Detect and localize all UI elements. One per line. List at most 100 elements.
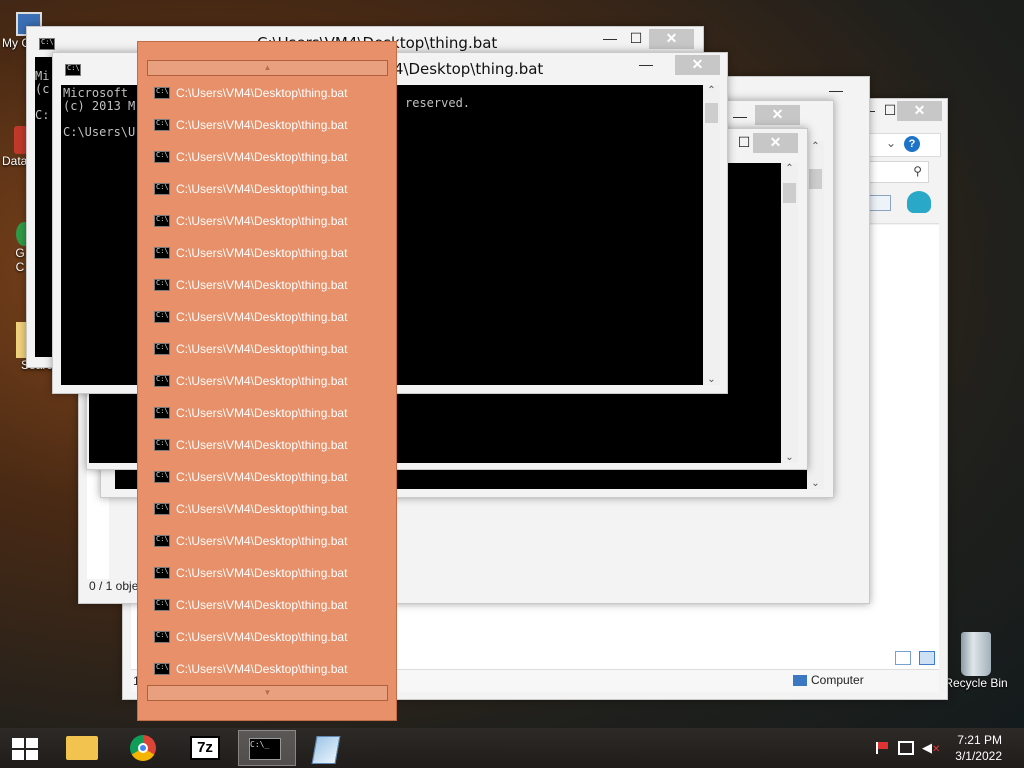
- jump-list-item[interactable]: C:\Users\VM4\Desktop\thing.bat: [154, 626, 347, 648]
- command-prompt-icon: [154, 567, 170, 579]
- jump-list-item[interactable]: C:\Users\VM4\Desktop\thing.bat: [154, 242, 347, 264]
- system-clock[interactable]: 7:21 PM 3/1/2022: [955, 732, 1002, 764]
- location-indicator: Computer: [793, 673, 864, 687]
- clock-date: 3/1/2022: [955, 749, 1002, 763]
- notepad-icon: [311, 736, 341, 764]
- jump-list-item[interactable]: C:\Users\VM4\Desktop\thing.bat: [154, 402, 347, 424]
- scroll-up-arrow[interactable]: ⌃: [781, 163, 798, 174]
- jump-list-item-label: C:\Users\VM4\Desktop\thing.bat: [176, 438, 348, 452]
- jump-list-item-label: C:\Users\VM4\Desktop\thing.bat: [176, 470, 348, 484]
- command-prompt-icon: [154, 471, 170, 483]
- jump-list-item[interactable]: C:\Users\VM4\Desktop\thing.bat: [154, 114, 347, 136]
- command-prompt-icon: [154, 183, 170, 195]
- search-icon: ⚲: [913, 164, 922, 178]
- vertical-scrollbar[interactable]: ⌃ ⌄: [807, 141, 824, 489]
- command-prompt-icon: [154, 247, 170, 259]
- view-details-icon[interactable]: [895, 651, 911, 665]
- command-prompt-icon: [154, 87, 170, 99]
- jump-list-item-label: C:\Users\VM4\Desktop\thing.bat: [176, 150, 348, 164]
- minimize-button[interactable]: —: [597, 29, 623, 49]
- desktop-icon-recycle-bin[interactable]: Recycle Bin: [944, 632, 1008, 690]
- location-label: Computer: [811, 673, 864, 687]
- jump-list-item[interactable]: C:\Users\VM4\Desktop\thing.bat: [154, 338, 347, 360]
- command-prompt-icon: [39, 38, 55, 50]
- mail-icon[interactable]: [869, 195, 891, 211]
- jump-list-item-label: C:\Users\VM4\Desktop\thing.bat: [176, 278, 348, 292]
- taskbar-chrome[interactable]: [116, 730, 174, 766]
- jump-list-item[interactable]: C:\Users\VM4\Desktop\thing.bat: [154, 498, 347, 520]
- sevenzip-icon: 7z: [190, 736, 220, 760]
- shell-icon[interactable]: [907, 191, 931, 213]
- vertical-scrollbar[interactable]: ⌃ ⌄: [781, 163, 798, 463]
- scroll-down-arrow[interactable]: ⌄: [703, 374, 720, 385]
- jump-list-item[interactable]: C:\Users\VM4\Desktop\thing.bat: [154, 210, 347, 232]
- jump-list-item[interactable]: C:\Users\VM4\Desktop\thing.bat: [154, 530, 347, 552]
- view-large-icons-icon[interactable]: [919, 651, 935, 665]
- command-prompt-icon: C:\_: [249, 738, 281, 760]
- taskbar-jump-list[interactable]: ▲ C:\Users\VM4\Desktop\thing.bat C:\Users…: [137, 41, 397, 721]
- scroll-thumb[interactable]: [783, 183, 796, 203]
- jump-list-item[interactable]: C:\Users\VM4\Desktop\thing.bat: [154, 370, 347, 392]
- scroll-down-arrow[interactable]: ⌄: [807, 478, 824, 489]
- scroll-down-arrow[interactable]: ⌄: [781, 452, 798, 463]
- command-prompt-icon: [154, 599, 170, 611]
- taskbar-notepad[interactable]: [298, 730, 356, 766]
- jump-list-item-label: C:\Users\VM4\Desktop\thing.bat: [176, 246, 348, 260]
- jump-list-item-label: C:\Users\VM4\Desktop\thing.bat: [176, 118, 348, 132]
- console-line: Mi: [35, 69, 50, 83]
- jump-list-item-label: C:\Users\VM4\Desktop\thing.bat: [176, 406, 348, 420]
- recycle-bin-icon: [961, 632, 991, 676]
- minimize-button[interactable]: —: [727, 107, 753, 127]
- jump-list-item-label: C:\Users\VM4\Desktop\thing.bat: [176, 214, 348, 228]
- vertical-scrollbar[interactable]: ⌃ ⌄: [703, 85, 720, 385]
- jump-list-item[interactable]: C:\Users\VM4\Desktop\thing.bat: [154, 466, 347, 488]
- taskbar-file-explorer[interactable]: [54, 730, 112, 766]
- close-button[interactable]: ✕: [675, 55, 720, 75]
- jump-list-item[interactable]: C:\Users\VM4\Desktop\thing.bat: [154, 306, 347, 328]
- taskbar-7-zip[interactable]: 7z: [178, 730, 236, 766]
- minimize-button[interactable]: —: [633, 55, 659, 75]
- scroll-up-button[interactable]: ▲: [147, 60, 388, 76]
- jump-list-item[interactable]: C:\Users\VM4\Desktop\thing.bat: [154, 146, 347, 168]
- jump-list-item[interactable]: C:\Users\VM4\Desktop\thing.bat: [154, 82, 347, 104]
- scroll-down-button[interactable]: ▼: [147, 685, 388, 701]
- console-text-right: reserved.: [405, 96, 471, 110]
- command-prompt-icon: [154, 151, 170, 163]
- close-button[interactable]: ✕: [753, 133, 798, 153]
- jump-list-item-label: C:\Users\VM4\Desktop\thing.bat: [176, 662, 348, 676]
- jump-list-item-label: C:\Users\VM4\Desktop\thing.bat: [176, 182, 348, 196]
- jump-list-item-label: C:\Users\VM4\Desktop\thing.bat: [176, 86, 348, 100]
- taskbar-command-prompt[interactable]: C:\_: [238, 730, 296, 766]
- action-center-flag-icon[interactable]: [876, 742, 888, 754]
- start-button[interactable]: [0, 730, 48, 766]
- taskbar: 7z C:\_ ◀✕ 7:21 PM 3/1/2022: [0, 728, 1024, 768]
- network-icon[interactable]: [898, 741, 914, 755]
- jump-list-item[interactable]: C:\Users\VM4\Desktop\thing.bat: [154, 274, 347, 296]
- command-prompt-icon: [154, 215, 170, 227]
- scroll-up-arrow[interactable]: ⌃: [807, 141, 824, 152]
- maximize-button[interactable]: ☐: [623, 29, 649, 49]
- scroll-up-arrow[interactable]: ⌃: [703, 85, 720, 96]
- chevron-down-icon[interactable]: ⌄: [886, 136, 896, 150]
- scroll-thumb[interactable]: [809, 169, 822, 189]
- jump-list-item[interactable]: C:\Users\VM4\Desktop\thing.bat: [154, 434, 347, 456]
- windows-logo-icon: [12, 738, 38, 760]
- help-icon[interactable]: ?: [904, 136, 920, 152]
- scroll-thumb[interactable]: [705, 103, 718, 123]
- jump-list-item-label: C:\Users\VM4\Desktop\thing.bat: [176, 310, 348, 324]
- jump-list-item-label: C:\Users\VM4\Desktop\thing.bat: [176, 566, 348, 580]
- jump-list-item-label: C:\Users\VM4\Desktop\thing.bat: [176, 598, 348, 612]
- jump-list-item[interactable]: C:\Users\VM4\Desktop\thing.bat: [154, 594, 347, 616]
- jump-list-item[interactable]: C:\Users\VM4\Desktop\thing.bat: [154, 178, 347, 200]
- close-button[interactable]: ✕: [755, 105, 800, 125]
- jump-list-item-label: C:\Users\VM4\Desktop\thing.bat: [176, 342, 348, 356]
- command-prompt-icon: [154, 439, 170, 451]
- close-button[interactable]: ✕: [649, 29, 694, 49]
- jump-list-item[interactable]: C:\Users\VM4\Desktop\thing.bat: [154, 658, 347, 680]
- minimize-button[interactable]: —: [823, 81, 849, 101]
- jump-list-item[interactable]: C:\Users\VM4\Desktop\thing.bat: [154, 562, 347, 584]
- volume-muted-icon[interactable]: ◀✕: [922, 740, 940, 756]
- close-button[interactable]: ✕: [897, 101, 942, 121]
- command-prompt-icon: [154, 279, 170, 291]
- status-object-count: 0 / 1 obje: [89, 579, 139, 593]
